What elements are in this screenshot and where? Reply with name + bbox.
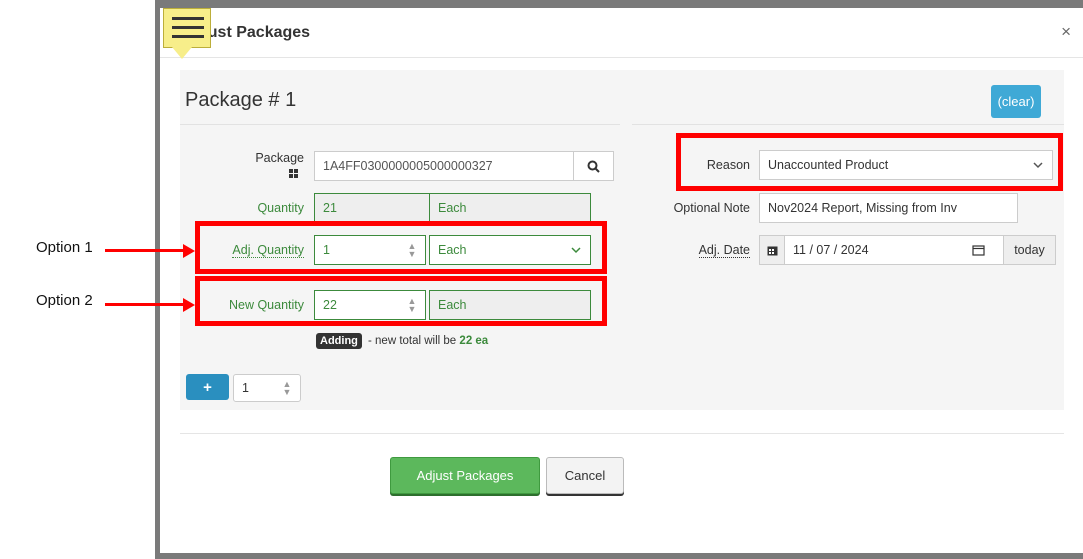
note-label: Optional Note <box>673 201 750 215</box>
divider <box>180 124 620 125</box>
quantity-unit: Each <box>429 193 591 223</box>
option1-label: Option 1 <box>36 239 93 256</box>
package-heading: Package # 1 <box>185 89 297 111</box>
highlight-option2 <box>195 276 607 326</box>
calendar-icon <box>767 246 777 255</box>
close-icon[interactable]: × <box>1061 22 1071 42</box>
calendar-picker-icon[interactable] <box>972 244 985 256</box>
calendar-addon <box>759 235 785 265</box>
quantity-label: Quantity <box>257 201 304 215</box>
add-package-button[interactable]: + <box>186 374 229 400</box>
highlight-option1 <box>195 221 607 274</box>
divider <box>632 124 1064 125</box>
date-value: 11 / 07 / 2024 <box>793 243 869 257</box>
note-input[interactable]: Nov2024 Report, Missing from Inv <box>759 193 1018 223</box>
footer-divider <box>180 433 1064 434</box>
arrow-head-option2 <box>183 298 195 312</box>
cancel-button[interactable]: Cancel <box>546 457 624 494</box>
modal-header: Adjust Packages × <box>160 8 1083 58</box>
package-label: Package <box>255 151 304 165</box>
date-label: Adj. Date <box>698 243 750 258</box>
highlight-reason <box>676 133 1063 191</box>
adjust-packages-button[interactable]: Adjust Packages <box>390 457 540 494</box>
quantity-value: 21 <box>314 193 430 223</box>
arrow-option2 <box>105 303 185 306</box>
package-count-input[interactable]: 1 ▲ ▼ <box>233 374 301 402</box>
package-count-value: 1 <box>242 381 249 395</box>
hamburger-menu-icon[interactable] <box>163 8 211 59</box>
option2-label: Option 2 <box>36 292 93 309</box>
date-input[interactable]: 11 / 07 / 2024 <box>784 235 1004 265</box>
package-input[interactable]: 1A4FF0300000005000000327 <box>314 151 574 181</box>
grid-icon <box>289 169 298 178</box>
spinner-icon[interactable]: ▲ ▼ <box>282 380 292 397</box>
status-badge: Adding <box>316 333 362 349</box>
total-hint: - new total will be 22 ea <box>368 335 489 347</box>
search-button[interactable] <box>573 151 614 181</box>
today-button[interactable]: today <box>1003 235 1056 265</box>
arrow-head-option1 <box>183 244 195 258</box>
clear-button[interactable]: (clear) <box>991 85 1041 118</box>
search-icon <box>587 160 600 173</box>
arrow-option1 <box>105 249 185 252</box>
